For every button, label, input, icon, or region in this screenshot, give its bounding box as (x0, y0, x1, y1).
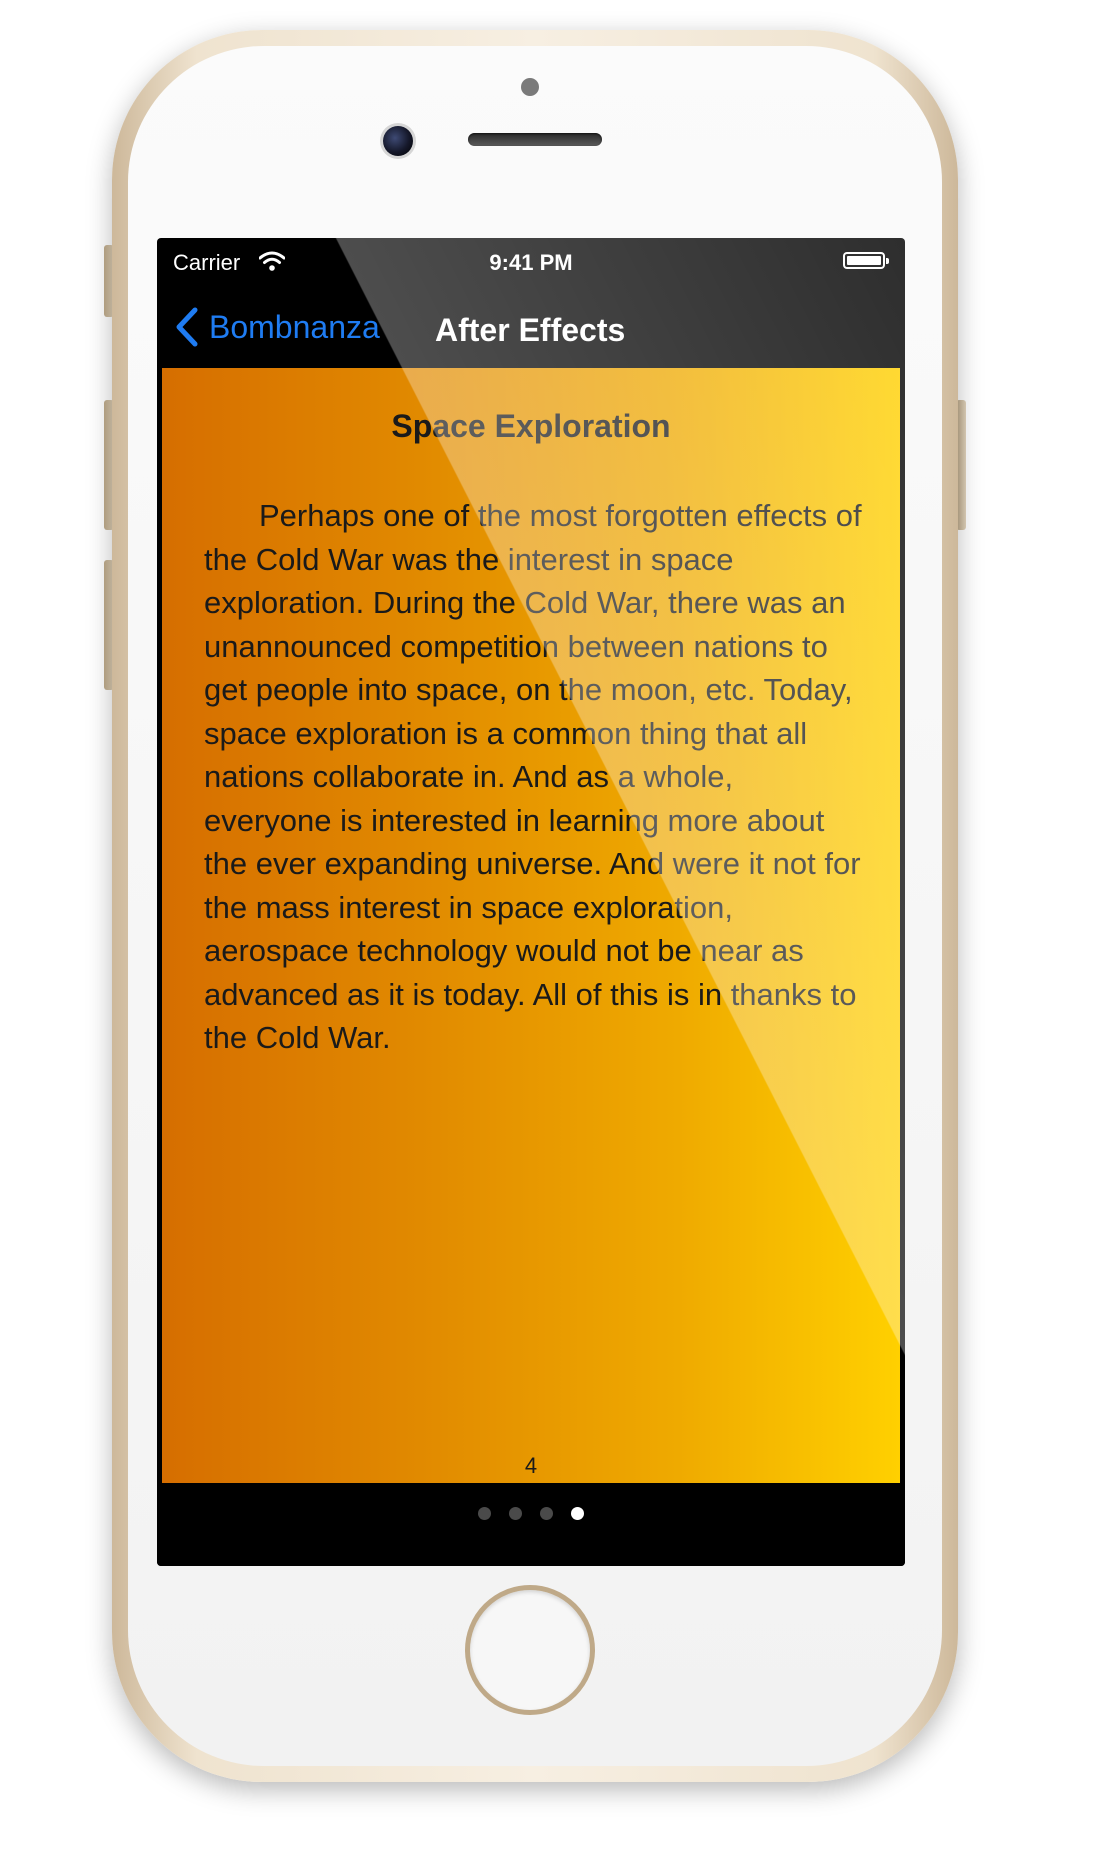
home-button[interactable] (465, 1585, 595, 1715)
battery-level (847, 256, 881, 265)
screen: Carrier 9:41 PM Bombnanza After Effects … (157, 238, 905, 1566)
battery-icon (843, 252, 889, 269)
back-button-label: Bombnanza (209, 308, 380, 345)
body-text: Perhaps one of the most forgotten effect… (204, 498, 862, 1055)
page-heading: Space Exploration (391, 408, 671, 444)
page-control[interactable] (157, 1507, 905, 1520)
nav-title: After Effects (435, 312, 626, 348)
page-dot[interactable] (478, 1507, 491, 1520)
navigation-bar: Bombnanza After Effects (157, 288, 905, 368)
status-time: 9:41 PM (489, 250, 573, 275)
page-number: 4 (524, 1453, 538, 1478)
page-control-bar (157, 1483, 905, 1566)
mockup-stage: Carrier 9:41 PM Bombnanza After Effects … (0, 0, 1100, 1850)
page-dot[interactable] (509, 1507, 522, 1520)
page-dot[interactable] (540, 1507, 553, 1520)
proximity-sensor (521, 78, 539, 96)
page-content[interactable]: Space Exploration Perhaps one of the mos… (162, 368, 900, 1483)
front-camera (383, 126, 413, 156)
page-dot[interactable] (571, 1507, 584, 1520)
back-button[interactable]: Bombnanza (175, 304, 380, 350)
status-bar: Carrier 9:41 PM (157, 238, 905, 288)
chevron-left-icon (176, 307, 198, 347)
earpiece-speaker (468, 133, 602, 146)
